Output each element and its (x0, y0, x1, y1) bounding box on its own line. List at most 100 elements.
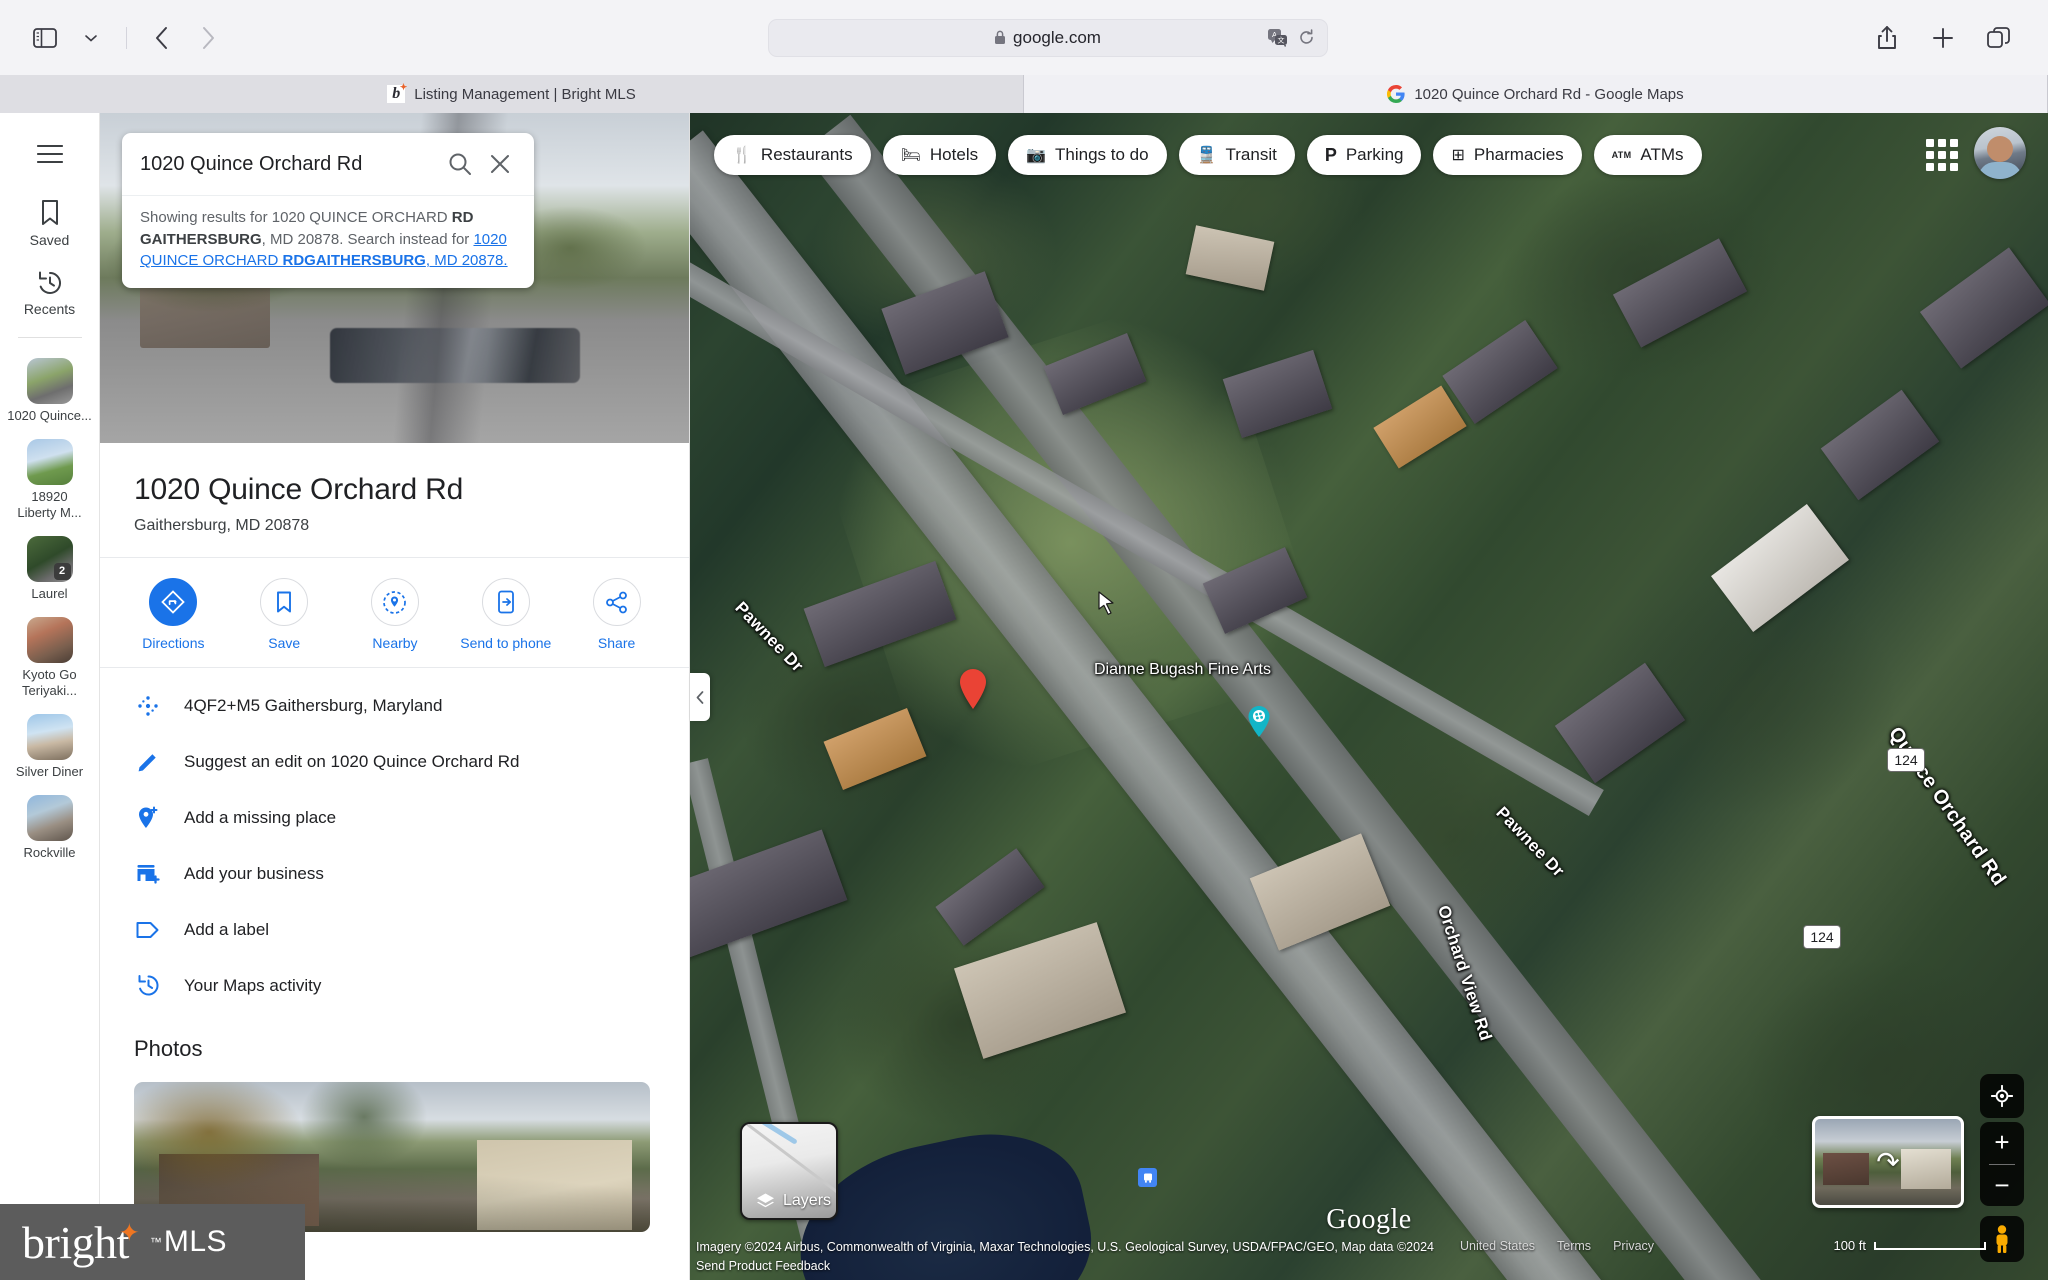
place-thumbnail (26, 617, 73, 664)
sidebar-item-label: Recents (23, 301, 76, 317)
row-label: Add a label (184, 919, 270, 939)
nearby-button[interactable]: Nearby (340, 578, 451, 653)
tab-overview-icon[interactable] (1978, 17, 2020, 59)
bright-mls-favicon: b (387, 82, 407, 103)
row-suggest-edit[interactable]: Suggest an edit on 1020 Quince Orchard R… (100, 734, 689, 790)
apps-grid-icon[interactable] (1922, 135, 1962, 175)
url-text: google.com (1013, 27, 1101, 47)
chip-hotels[interactable]: 🛏 Hotels (882, 135, 997, 175)
photo-house-right (477, 1139, 632, 1230)
my-location-button[interactable] (1980, 1074, 2024, 1118)
row-add-label[interactable]: Add a label (100, 902, 689, 958)
plus-icon[interactable] (1922, 17, 1964, 59)
bright-mls-watermark: bright ✦ ™ MLS (0, 1204, 305, 1280)
chip-things-to-do[interactable]: 📷 Things to do (1008, 135, 1167, 175)
reload-icon[interactable] (1298, 29, 1315, 46)
sidebar-item-saved[interactable]: Saved (4, 199, 96, 248)
directions-button[interactable]: Directions (118, 578, 229, 653)
mouse-cursor (1098, 591, 1116, 617)
zoom-controls: + − (1980, 1122, 2024, 1206)
scale-bar (1874, 1241, 1986, 1250)
map-category-chips: 🍴 Restaurants 🛏 Hotels 📷 Things to do 🚆 … (714, 135, 1702, 175)
share-button[interactable]: Share (561, 578, 672, 653)
sidebar-dropdown-icon[interactable] (70, 17, 112, 59)
collapse-panel-handle[interactable] (690, 673, 710, 721)
row-label: 4QF2+M5 Gaithersburg, Maryland (184, 695, 443, 715)
rail-divider (17, 337, 82, 338)
search-input[interactable] (140, 152, 440, 176)
map-building (935, 848, 1045, 946)
recent-place-3[interactable]: Kyoto Go Teriyaki... (4, 617, 96, 698)
recent-place-2[interactable]: 2 Laurel (4, 535, 96, 601)
sidebar-item-recents[interactable]: Recents (4, 270, 96, 317)
browser-toolbar: google.com A文 (0, 0, 2048, 75)
chip-restaurants[interactable]: 🍴 Restaurants (714, 135, 871, 175)
recent-place-5[interactable]: Rockville (4, 795, 96, 860)
chip-transit[interactable]: 🚆 Transit (1178, 135, 1295, 175)
recent-place-label: Laurel (31, 585, 68, 601)
sidebar-toggle-icon[interactable] (24, 17, 66, 59)
map-canvas[interactable]: 🍴 Restaurants 🛏 Hotels 📷 Things to do 🚆 … (690, 113, 2048, 1280)
add-place-icon (134, 806, 162, 830)
chip-pharmacies[interactable]: ⊞ Pharmacies (1433, 135, 1582, 175)
action-label: Share (597, 635, 636, 651)
action-label: Save (268, 635, 301, 651)
bus-stop-icon[interactable] (1138, 1168, 1157, 1187)
hamburger-menu-icon[interactable] (27, 131, 73, 177)
recent-place-4[interactable]: Silver Diner (4, 713, 96, 779)
layers-button[interactable]: Layers (740, 1122, 838, 1220)
share-icon[interactable] (1866, 17, 1908, 59)
row-label: Your Maps activity (184, 975, 322, 995)
translate-icon[interactable]: A文 (1267, 28, 1288, 47)
poi-label: Dianne Bugash Fine Arts (1094, 661, 1271, 678)
row-add-missing-place[interactable]: Add a missing place (100, 790, 689, 846)
bookmark-icon (38, 199, 62, 227)
chip-label: Transit (1225, 145, 1277, 164)
row-label: Add a missing place (184, 807, 337, 827)
forward-button[interactable] (187, 17, 229, 59)
recent-place-1[interactable]: 18920 Liberty M... (4, 439, 96, 520)
street-view-thumbnail[interactable]: ↷ (1812, 1116, 1964, 1208)
recent-place-0[interactable]: 1020 Quince... (4, 358, 96, 423)
zoom-out-button[interactable]: − (1980, 1165, 2024, 1207)
tab-bar: b Listing Management | Bright MLS 1020 Q… (0, 75, 2048, 113)
privacy-link[interactable]: Privacy (1613, 1239, 1654, 1253)
row-maps-activity[interactable]: Your Maps activity (100, 958, 689, 1014)
back-button[interactable] (141, 17, 183, 59)
art-gallery-pin[interactable] (1247, 705, 1271, 738)
close-icon[interactable] (480, 144, 520, 184)
save-button[interactable]: Save (229, 578, 340, 653)
nearby-icon (370, 578, 419, 626)
zoom-in-button[interactable]: + (1980, 1122, 2024, 1164)
address-bar[interactable]: google.com A文 (767, 18, 1328, 57)
recent-place-label: Silver Diner (15, 763, 84, 779)
row-plus-code[interactable]: 4QF2+M5 Gaithersburg, Maryland (100, 678, 689, 734)
street-label-pawnee-dr-2: Pawnee Dr (1492, 803, 1569, 881)
bookmark-icon (260, 578, 309, 626)
terms-link[interactable]: Terms (1557, 1239, 1591, 1253)
search-icon[interactable] (440, 144, 480, 184)
region-label[interactable]: United States (1460, 1239, 1535, 1253)
street-view-arrow-icon: ↷ (1876, 1146, 1900, 1178)
send-to-phone-button[interactable]: Send to phone (450, 578, 561, 653)
search-card: Showing results for 1020 QUINCE ORCHARD … (122, 133, 534, 288)
row-add-business[interactable]: Add your business (100, 846, 689, 902)
user-avatar[interactable] (1974, 127, 2026, 179)
layers-icon (756, 1192, 775, 1211)
sv-house-left (1823, 1153, 1869, 1185)
chip-label: Hotels (929, 145, 979, 164)
share-icon (592, 578, 641, 626)
map-building (1222, 349, 1333, 439)
map-building (953, 922, 1127, 1059)
map-building (1612, 238, 1748, 348)
chip-atms[interactable]: ATM ATMs (1593, 135, 1702, 175)
sidebar-item-label: Saved (29, 232, 70, 248)
send-feedback-link[interactable]: Send Product Feedback (696, 1257, 1434, 1276)
tab-google-maps[interactable]: 1020 Quince Orchard Rd - Google Maps (1024, 75, 2048, 113)
imagery-attribution: Imagery ©2024 Airbus, Commonwealth of Vi… (696, 1240, 1434, 1254)
tab-listing-management[interactable]: b Listing Management | Bright MLS (0, 75, 1024, 113)
chip-parking[interactable]: P Parking (1306, 135, 1422, 175)
maps-left-rail: Saved Recents 1020 Quince... 18920 Liber… (0, 113, 100, 1280)
row-label: Suggest an edit on 1020 Quince Orchard R… (184, 751, 520, 771)
map-pin-marker[interactable] (958, 668, 988, 710)
